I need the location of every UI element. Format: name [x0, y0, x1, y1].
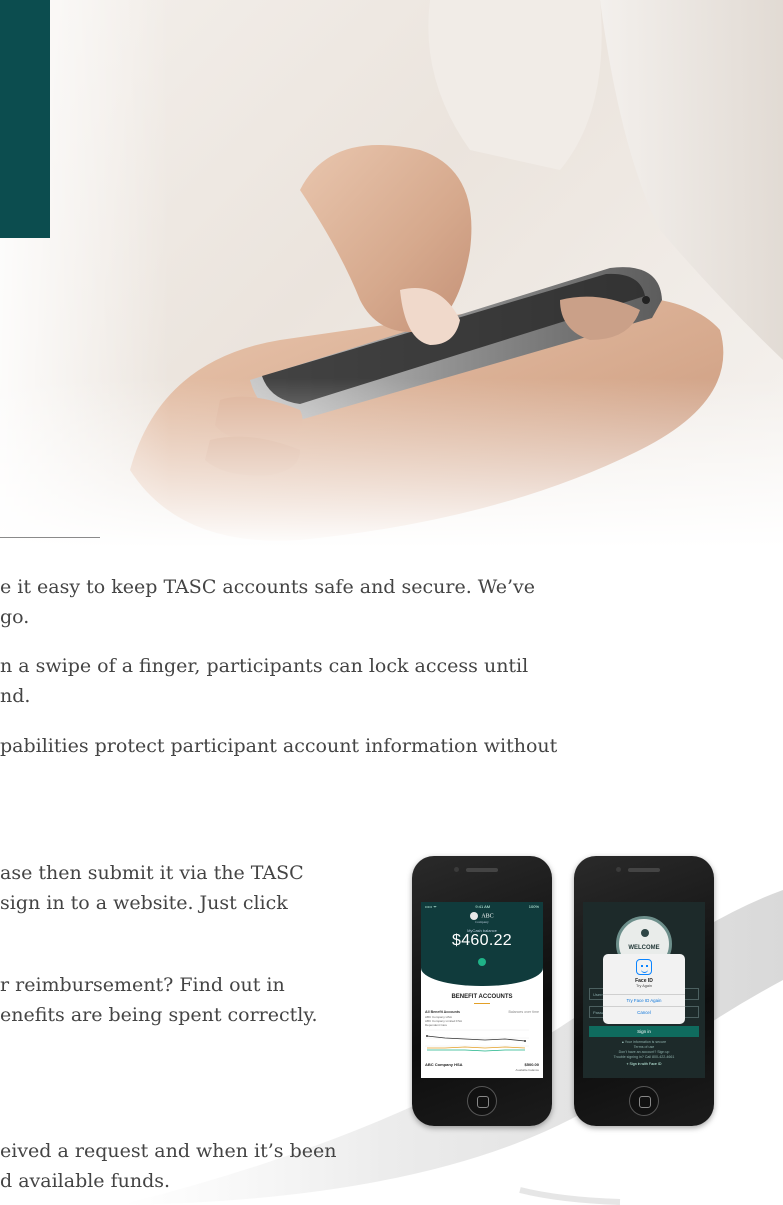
speaker-grille [628, 868, 660, 872]
secure-note: 🔒︎ Your information is secure [621, 1040, 667, 1044]
hero-photo [0, 0, 783, 548]
paragraph-4-line-1: ase then submit it via the TASC [0, 862, 304, 884]
front-camera-icon [616, 867, 621, 872]
hero-fade-bottom [0, 378, 783, 548]
phone-dashboard: ••••• ᯤ 9:41 AM 100% ABC Company MyCash … [412, 856, 552, 1126]
paragraph-3: pabilities protect participant account i… [0, 731, 557, 761]
try-face-id-again-button[interactable]: Try Face ID Again [603, 994, 685, 1005]
speaker-grille [466, 868, 498, 872]
status-bar: ••••• ᯤ 9:41 AM 100% [425, 904, 539, 910]
paragraph-4-line-2: sign in to a website. Just click [0, 892, 288, 914]
home-button[interactable] [629, 1086, 659, 1116]
dashboard-screen: ••••• ᯤ 9:41 AM 100% ABC Company MyCash … [421, 902, 543, 1078]
paragraph-6-line-1: eived a request and when it’s been [0, 1140, 337, 1162]
face-id-signin-link[interactable]: ⌖ Sign in with Face ID [583, 1062, 705, 1066]
list-title: All Benefit Accounts [425, 1010, 461, 1014]
section-divider [0, 537, 100, 538]
section-title-underline [474, 1003, 490, 1004]
teal-accent-block [0, 0, 50, 238]
paragraph-6: eived a request and when it’s been d ava… [0, 1136, 336, 1196]
paragraph-2: n a swipe of a finger, participants can … [0, 651, 528, 711]
front-camera-icon [454, 867, 459, 872]
company-logo: ABC Company [421, 912, 543, 924]
section-title: BENEFIT ACCOUNTS [451, 994, 513, 1000]
logo-mark-icon [470, 912, 479, 920]
balances-chart [425, 1029, 529, 1052]
account-row[interactable]: ABC Company HSA $500.00 [425, 1062, 539, 1067]
logo-subtitle: Company [475, 920, 489, 924]
paragraph-5-line-2: enefits are being spent correctly. [0, 1004, 318, 1026]
accounts-list-header: All Benefit Accounts Balances over time [425, 1010, 539, 1014]
dialog-subtitle: Try Again [636, 984, 652, 988]
add-funds-button[interactable] [478, 958, 486, 966]
paragraph-1-line-2: go. [0, 606, 30, 628]
welcome-text: WELCOME [628, 945, 660, 951]
signal-icon: ••••• ᯤ [425, 904, 437, 909]
terms-link[interactable]: Terms of use [583, 1045, 705, 1049]
login-screen: WELCOME Username Password Sign in 🔒︎ You… [583, 902, 705, 1078]
account-amount: $500.00 [524, 1062, 539, 1067]
sign-in-button[interactable]: Sign in [589, 1026, 699, 1037]
signup-link[interactable]: Don't have an account? Sign up [583, 1050, 705, 1054]
cancel-button[interactable]: Cancel [603, 1006, 685, 1017]
paragraph-5: r reimbursement? Find out in enefits are… [0, 970, 318, 1030]
home-button[interactable] [467, 1086, 497, 1116]
face-id-dialog: Face ID Try Again Try Face ID Again Canc… [603, 954, 685, 1024]
paragraph-2-line-2: nd. [0, 685, 31, 707]
battery-level: 100% [528, 904, 539, 909]
balance-amount: $460.22 [452, 932, 512, 949]
paragraph-2-line-1: n a swipe of a finger, participants can … [0, 655, 529, 677]
account-sub: Available balance [515, 1068, 539, 1072]
account-name: ABC Company HSA [425, 1062, 463, 1067]
paragraph-5-line-1: r reimbursement? Find out in [0, 974, 285, 996]
paragraph-1-line-1: e it easy to keep TASC accounts safe and… [0, 576, 536, 598]
balances-link[interactable]: Balances over time [508, 1010, 539, 1014]
status-time: 9:41 AM [475, 904, 491, 909]
paragraph-6-line-2: d available funds. [0, 1170, 171, 1192]
face-id-icon [636, 959, 652, 975]
paragraph-4: ase then submit it via the TASC sign in … [0, 858, 304, 918]
paragraph-1: e it easy to keep TASC accounts safe and… [0, 572, 535, 632]
trouble-text: Trouble signing in? Call 800-422-4661 [613, 1055, 675, 1059]
paragraph-3-line-1: pabilities protect participant account i… [0, 735, 558, 757]
phone-login: WELCOME Username Password Sign in 🔒︎ You… [574, 856, 714, 1126]
logo-mark-icon [641, 929, 649, 937]
